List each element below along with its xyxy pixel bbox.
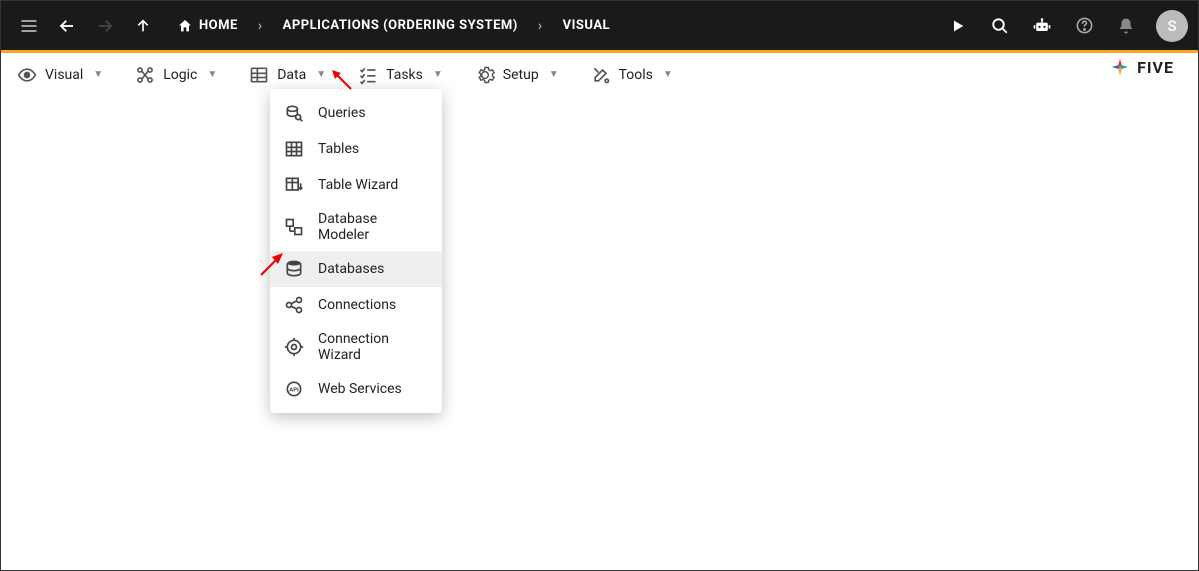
breadcrumb-home[interactable]: HOME — [171, 14, 244, 38]
dropdown-table-wizard[interactable]: Table Wizard — [270, 167, 442, 203]
dropdown-connections[interactable]: Connections — [270, 287, 442, 323]
menubar: Visual ▼ Logic ▼ Data ▼ Tasks ▼ Setup ▼ … — [1, 53, 1198, 97]
dropdown-label: Databases — [318, 261, 384, 277]
gear-icon — [475, 65, 495, 85]
home-icon — [177, 18, 193, 34]
breadcrumb-visual[interactable]: VISUAL — [557, 14, 617, 37]
breadcrumb-label: HOME — [199, 18, 238, 33]
dropdown-database-modeler[interactable]: Database Modeler — [270, 203, 442, 251]
queries-icon — [284, 103, 304, 123]
menu-logic[interactable]: Logic ▼ — [133, 59, 219, 91]
hamburger-icon[interactable] — [11, 8, 47, 44]
database-icon — [284, 259, 304, 279]
menu-data[interactable]: Data ▼ — [247, 59, 328, 91]
caret-down-icon: ▼ — [207, 69, 217, 80]
help-icon[interactable] — [1066, 8, 1102, 44]
tools-icon — [591, 65, 611, 85]
dropdown-label: Tables — [318, 141, 359, 157]
breadcrumb-label: APPLICATIONS (ORDERING SYSTEM) — [283, 18, 518, 33]
connections-icon — [284, 295, 304, 315]
dropdown-label: Connection Wizard — [318, 331, 428, 363]
menu-visual[interactable]: Visual ▼ — [15, 59, 105, 91]
dropdown-databases[interactable]: Databases — [270, 251, 442, 287]
robot-icon[interactable] — [1024, 8, 1060, 44]
topbar-left: HOME › APPLICATIONS (ORDERING SYSTEM) › … — [11, 8, 616, 44]
database-modeler-icon — [284, 217, 304, 237]
topbar: HOME › APPLICATIONS (ORDERING SYSTEM) › … — [1, 1, 1198, 50]
avatar[interactable]: S — [1156, 10, 1188, 42]
up-icon[interactable] — [125, 8, 161, 44]
chevron-right-icon: › — [250, 18, 271, 34]
caret-down-icon: ▼ — [549, 69, 559, 80]
nodes-icon — [135, 65, 155, 85]
svg-text:API: API — [289, 388, 299, 394]
dropdown-queries[interactable]: Queries — [270, 95, 442, 131]
tables-icon — [284, 139, 304, 159]
table-icon — [249, 65, 269, 85]
menu-setup[interactable]: Setup ▼ — [473, 59, 561, 91]
breadcrumb: HOME › APPLICATIONS (ORDERING SYSTEM) › … — [171, 14, 616, 38]
breadcrumb-applications[interactable]: APPLICATIONS (ORDERING SYSTEM) — [277, 14, 524, 37]
dropdown-label: Table Wizard — [318, 177, 398, 193]
bell-icon[interactable] — [1108, 8, 1144, 44]
search-icon[interactable] — [982, 8, 1018, 44]
caret-down-icon: ▼ — [433, 69, 443, 80]
menu-label: Tools — [619, 67, 653, 83]
table-wizard-icon — [284, 175, 304, 195]
logo-text: FIVE — [1137, 58, 1174, 77]
forward-icon — [87, 8, 123, 44]
dropdown-label: Web Services — [318, 381, 402, 397]
dropdown-tables[interactable]: Tables — [270, 131, 442, 167]
menu-label: Setup — [503, 67, 539, 83]
caret-down-icon: ▼ — [93, 69, 103, 80]
dropdown-label: Connections — [318, 297, 396, 313]
logo-icon — [1109, 56, 1131, 78]
checklist-icon — [358, 65, 378, 85]
back-icon[interactable] — [49, 8, 85, 44]
logo: FIVE — [1109, 56, 1174, 78]
dropdown-connection-wizard[interactable]: Connection Wizard — [270, 323, 442, 371]
menu-tools[interactable]: Tools ▼ — [589, 59, 675, 91]
dropdown-label: Queries — [318, 105, 366, 121]
menu-label: Logic — [163, 67, 197, 83]
menu-tasks[interactable]: Tasks ▼ — [356, 59, 445, 91]
dropdown-web-services[interactable]: API Web Services — [270, 371, 442, 407]
avatar-initial: S — [1167, 17, 1176, 35]
menu-label: Data — [277, 67, 306, 83]
chevron-right-icon: › — [530, 18, 551, 34]
caret-down-icon: ▼ — [316, 69, 326, 80]
web-services-icon: API — [284, 379, 304, 399]
connection-wizard-icon — [284, 337, 304, 357]
menu-label: Tasks — [386, 67, 423, 83]
play-icon[interactable] — [940, 8, 976, 44]
topbar-right: S — [940, 8, 1188, 44]
eye-icon — [17, 65, 37, 85]
data-dropdown: Queries Tables Table Wizard Database Mod… — [270, 89, 442, 413]
dropdown-label: Database Modeler — [318, 211, 428, 243]
breadcrumb-label: VISUAL — [563, 18, 611, 33]
caret-down-icon: ▼ — [663, 69, 673, 80]
menu-label: Visual — [45, 67, 83, 83]
